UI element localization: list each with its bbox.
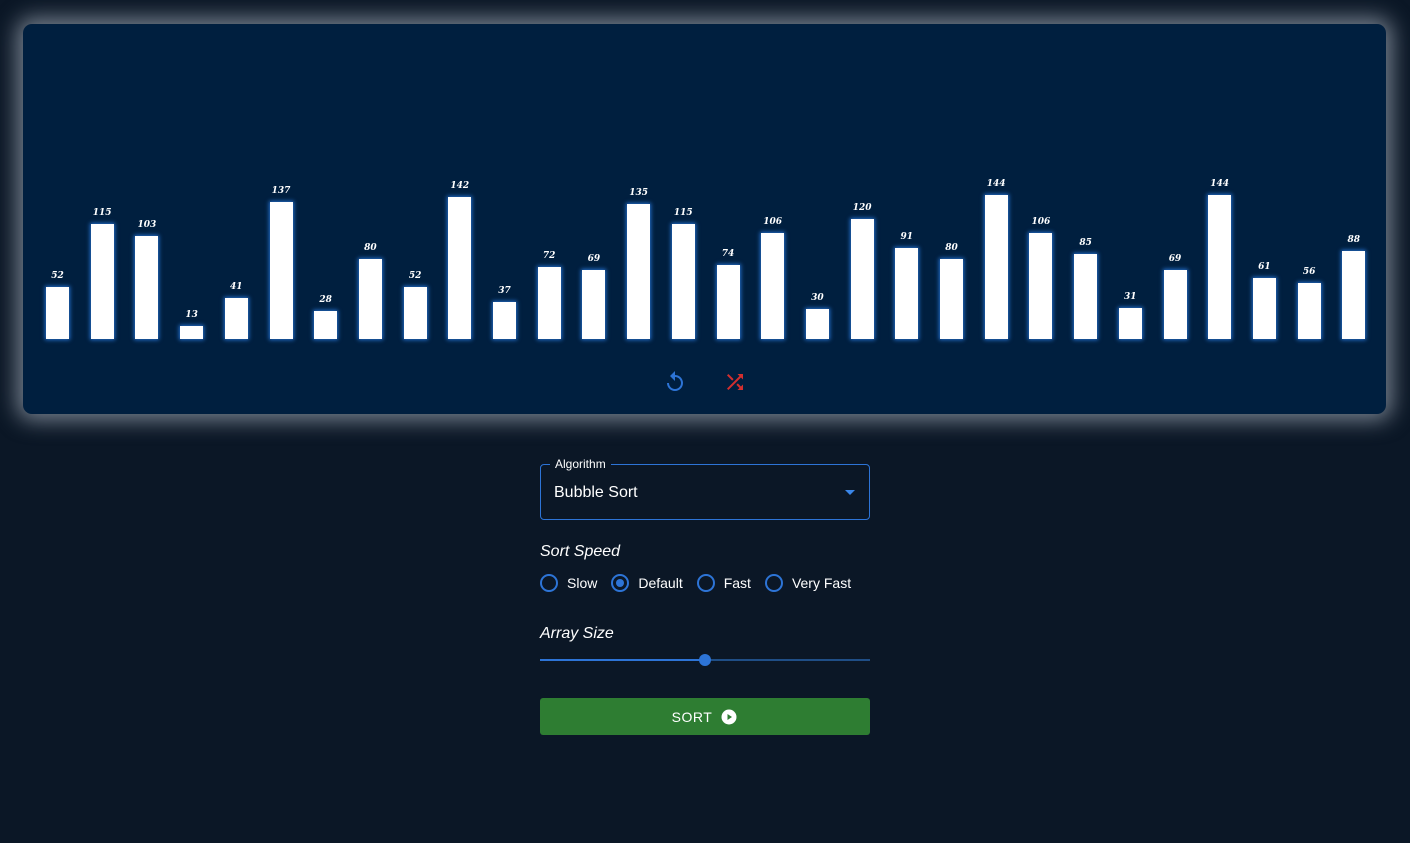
bar-value-label: 37 [498,286,511,296]
bar-value-label: 61 [1258,262,1271,272]
bar [1342,251,1366,339]
radio-default[interactable]: Default [611,574,683,592]
algorithm-select[interactable]: Algorithm Bubble Sort [540,457,870,520]
bar [850,219,874,339]
bar-value-label: 120 [852,203,872,213]
bar [403,287,427,339]
speed-radio-group: Slow Default Fast Very Fast [540,574,865,592]
bar-value-label: 28 [319,295,332,305]
slider-thumb[interactable] [699,654,711,666]
controls-section: Algorithm Bubble Sort Sort Speed Slow De… [540,457,870,735]
radio-label: Fast [723,575,751,591]
visualizer-panel: 52 115 103 13 41 137 28 80 52 142 37 72 69 135 115 74 10… [23,24,1386,414]
bar-value-label: 85 [1079,238,1092,248]
radio-label: Very Fast [791,575,852,591]
bar-value-label: 74 [721,249,735,259]
bar [448,197,472,339]
bar-value-label: 144 [1210,179,1230,189]
reset-icon [667,371,683,391]
bar-value-label: 142 [450,181,470,191]
bar [627,204,651,339]
bar-value-label: 52 [51,271,64,281]
bar-value-label: 88 [1347,235,1361,245]
reset-button[interactable] [663,370,687,394]
bar-value-label: 135 [629,188,648,198]
radio-label: Slow [567,575,598,591]
bar-value-label: 106 [1031,217,1051,227]
algorithm-value: Bubble Sort [554,484,638,501]
bar [671,224,695,339]
bar [1252,278,1276,339]
shuffle-button[interactable] [723,370,747,394]
radio-circle[interactable] [696,574,715,592]
radio-fast[interactable]: Fast [696,574,751,592]
bar [1163,270,1187,339]
bar [940,259,963,339]
chevron-down-icon [845,490,855,495]
bar-value-label: 115 [673,208,693,218]
bar-value-label: 91 [900,232,914,242]
bar-value-label: 13 [185,310,198,320]
bar-value-label: 52 [408,271,422,281]
array-size-slider[interactable] [540,654,870,666]
bar-value-label: 144 [986,179,1006,189]
bar [1118,308,1142,339]
bar-value-label: 137 [271,186,291,196]
bar-value-label: 30 [811,293,824,303]
radio-circle[interactable] [540,574,558,592]
bar [358,259,382,339]
bar [1208,195,1232,339]
bar-value-label: 80 [945,243,958,253]
bar [493,302,516,339]
sort-speed-title: Sort Speed [540,543,621,560]
array-size-title: Array Size [540,625,614,642]
bar [1029,233,1053,339]
shuffle-icon [727,374,743,390]
bar [895,248,919,339]
bar-value-label: 106 [763,217,783,227]
radio-label: Default [638,575,683,591]
bar-value-label: 41 [230,282,243,292]
bar [984,195,1008,339]
slider-track [540,659,705,661]
bar [135,236,159,339]
bar [537,267,561,339]
bar-value-label: 72 [542,251,556,261]
radio-slow[interactable]: Slow [540,574,597,592]
bar [582,270,606,339]
bar [1297,283,1321,339]
bar [269,202,293,339]
bar [180,326,204,339]
bar-value-label: 103 [137,220,157,230]
bar [761,233,785,339]
bar-value-label: 69 [1168,254,1182,264]
bar-value-label: 80 [364,243,377,253]
bar [716,265,740,339]
bar [46,287,69,339]
bar-value-label: 115 [92,208,112,218]
bar-chart: 52 115 103 13 41 137 28 80 52 142 37 72 69 135 115 74 10… [23,24,1386,414]
play-circle-icon [721,709,737,724]
bar [805,309,829,339]
bar [90,224,114,339]
radio-circle[interactable] [764,574,783,592]
bar [314,311,338,339]
bar-value-label: 31 [1124,292,1137,302]
sort-button-label: SORT [671,708,713,725]
radio-very-fast[interactable]: Very Fast [764,574,852,592]
bar [1074,254,1098,339]
bar-value-label: 56 [1302,267,1316,277]
bar-value-label: 69 [587,254,601,264]
sort-button[interactable]: SORT [540,698,870,735]
algorithm-label: Algorithm [550,457,611,471]
bar [224,298,248,339]
radio-circle[interactable] [611,574,630,592]
